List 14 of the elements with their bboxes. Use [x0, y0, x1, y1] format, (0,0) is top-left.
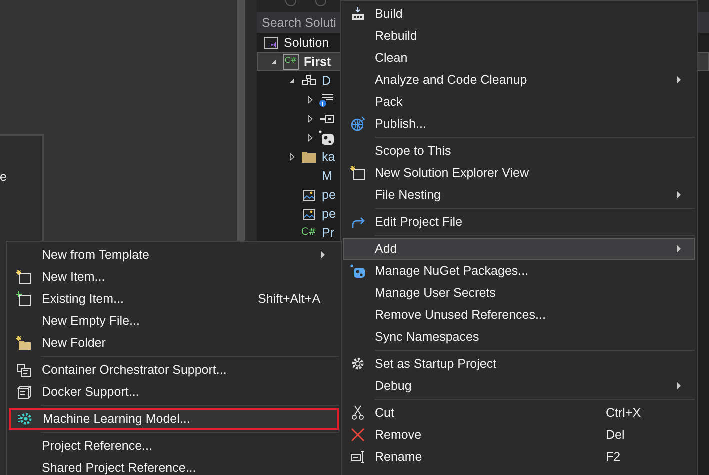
tree-item-label: Solution: [284, 36, 330, 50]
tree-item-label: pe: [322, 188, 336, 202]
panel-text: e: [0, 170, 7, 184]
shortcut-text: Shift+Alt+A: [258, 292, 321, 306]
tree-item-label: pe: [322, 206, 336, 220]
tree-item-label: ka: [322, 150, 336, 164]
shortcut-text: Ctrl+X: [606, 406, 642, 420]
tree-item-label: D: [322, 74, 332, 88]
tree-item-label: First: [304, 54, 332, 68]
shortcut-text: F2: [606, 450, 622, 464]
csharp-file-icon: C#: [301, 224, 317, 240]
shortcut-text: Del: [606, 428, 626, 442]
tree-item-label: Pr: [322, 226, 334, 240]
csharp-project-icon: C#: [283, 54, 299, 70]
